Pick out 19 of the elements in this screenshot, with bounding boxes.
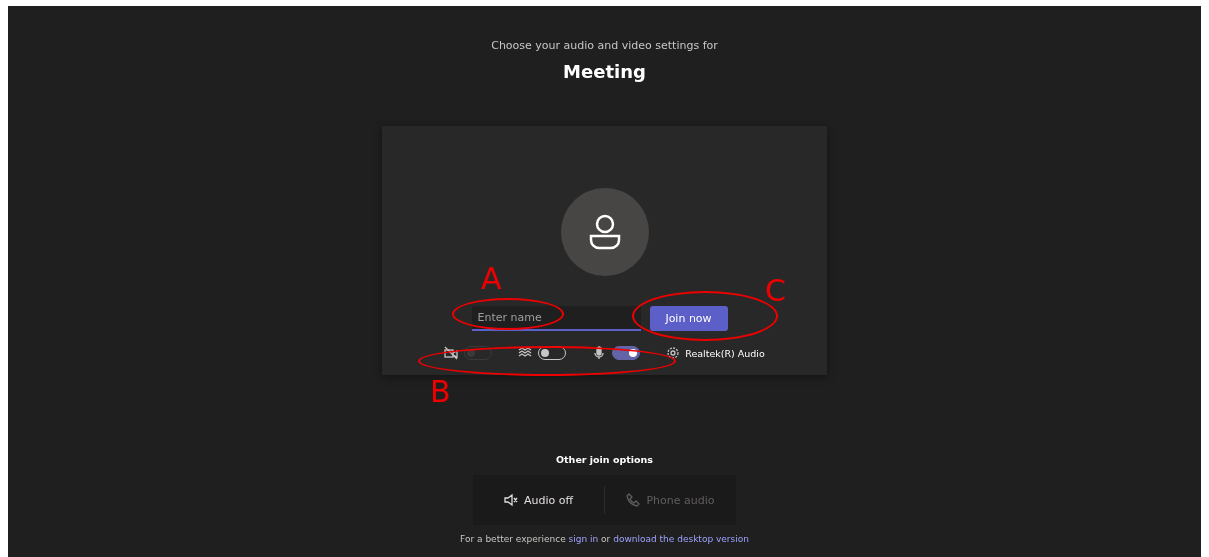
footer-text: For a better experience sign in or download the desktop version xyxy=(460,534,749,544)
settings-icon[interactable] xyxy=(666,346,681,360)
annotation-label: C xyxy=(765,276,786,306)
annotation-label: A xyxy=(481,264,502,294)
microphone-icon xyxy=(592,346,607,360)
subtitle: Choose your audio and video settings for xyxy=(491,39,718,52)
download-link[interactable]: download the desktop version xyxy=(613,534,749,544)
toggle-switch[interactable] xyxy=(612,346,641,360)
meeting-title: Meeting xyxy=(563,61,646,82)
annotation-label: B xyxy=(430,377,451,407)
name-input[interactable]: Enter name xyxy=(471,306,641,331)
section-heading: Other join options xyxy=(556,454,653,465)
join-now-button[interactable]: Join now xyxy=(649,306,728,331)
join-option-button[interactable]: Audio off xyxy=(473,475,604,525)
speaker-muted-icon xyxy=(503,493,518,507)
sign-in-link[interactable]: sign in xyxy=(568,534,599,544)
phone-icon xyxy=(626,493,641,507)
camera-off-icon xyxy=(444,346,459,360)
audio-device-label: Realtek(R) Audio xyxy=(685,347,765,359)
